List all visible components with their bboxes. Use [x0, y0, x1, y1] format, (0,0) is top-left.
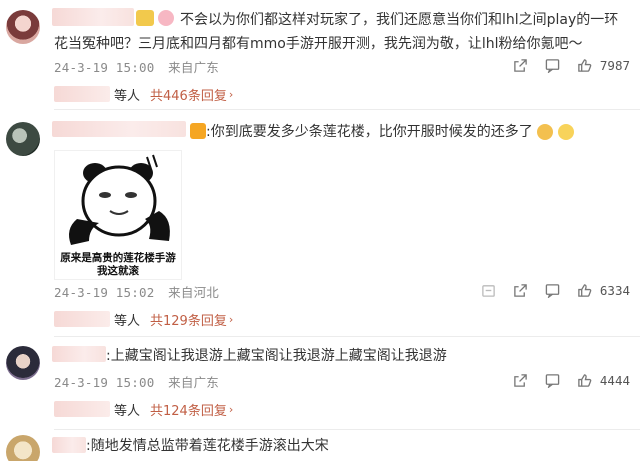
repost-icon[interactable]	[480, 281, 498, 299]
like-count: 7987	[599, 57, 630, 73]
comment-text-content: :你到底要发多少条莲花楼，比你开服时候发的还多了	[206, 124, 533, 140]
comment-item: :你到底要发多少条莲花楼，比你开服时候发的还多了 原来是高贵的莲花楼手游 我这就…	[0, 112, 640, 337]
comment-meta: 24-3-19 15:02 来自河北	[54, 282, 225, 301]
sticker-caption-line1: 原来是高贵的莲花楼手游	[60, 252, 176, 264]
panda-meme-image	[69, 154, 170, 245]
thumbs-up-icon[interactable]	[576, 56, 594, 74]
comment-item: :上藏宝阁让我退游上藏宝阁让我退游上藏宝阁让我退游 24-3-19 15:00 …	[0, 338, 640, 430]
panda-meme-sticker[interactable]: 原来是高贵的莲花楼手游 我这就滚	[54, 150, 182, 280]
reply-summary[interactable]: 等人 共129条回复 ›	[54, 309, 233, 329]
thumbs-up-icon[interactable]	[576, 371, 594, 389]
replies-link[interactable]: 共129条回复	[150, 310, 227, 329]
redacted-username[interactable]	[52, 121, 186, 137]
share-icon[interactable]	[512, 56, 530, 74]
comment-text: :上藏宝阁让我退游上藏宝阁让我退游上藏宝阁让我退游	[106, 348, 447, 364]
replies-suffix: 等人	[114, 313, 141, 329]
comment-text: 不会以为你们都这样对玩家了，我们还愿意当你们和lhl之间play的一环花当冤种吧…	[54, 12, 619, 52]
replies-suffix: 等人	[114, 403, 141, 419]
comment-text: :随地发情总监带着莲花楼手游滚出大宋	[86, 438, 329, 454]
sticker-caption-line2: 我这就滚	[97, 265, 139, 277]
thumbs-up-icon[interactable]	[576, 281, 594, 299]
like-count: 4444	[599, 372, 630, 388]
like-count: 6334	[599, 282, 630, 298]
chevron-right-icon: ›	[228, 87, 234, 101]
comment-icon[interactable]	[544, 281, 562, 299]
divider	[54, 336, 640, 337]
replies-link[interactable]: 共124条回复	[150, 400, 227, 419]
comment-meta: 24-3-19 15:00 来自广东	[54, 372, 225, 391]
crown-badge-icon	[190, 123, 206, 139]
comment-location: 来自广东	[168, 375, 219, 390]
avatar[interactable]	[6, 10, 40, 44]
avatar[interactable]	[6, 346, 40, 380]
comment-item: 不会以为你们都这样对玩家了，我们还愿意当你们和lhl之间play的一环花当冤种吧…	[0, 0, 640, 110]
comment-meta: 24-3-19 15:00 来自广东	[54, 57, 225, 76]
redacted-replier	[54, 401, 110, 417]
redacted-replier	[54, 86, 110, 102]
reply-summary[interactable]: 等人 共124条回复 ›	[54, 399, 233, 419]
comment-date: 24-3-19 15:00	[54, 375, 155, 390]
chevron-right-icon: ›	[228, 402, 234, 416]
avatar[interactable]	[6, 122, 40, 156]
redacted-username[interactable]	[52, 437, 86, 453]
chevron-right-icon: ›	[228, 312, 234, 326]
laugh-emoji-icon	[557, 124, 574, 140]
avatar[interactable]	[6, 435, 40, 461]
replies-suffix: 等人	[114, 88, 141, 104]
redacted-replier	[54, 311, 110, 327]
comment-location: 来自河北	[168, 285, 219, 300]
comment-item: :随地发情总监带着莲花楼手游滚出大宋	[0, 430, 640, 461]
comment-text: :你到底要发多少条莲花楼，比你开服时候发的还多了	[206, 120, 630, 144]
reply-summary[interactable]: 等人 共446条回复 ›	[54, 84, 233, 104]
share-icon[interactable]	[512, 281, 530, 299]
comment-actions: 4444	[498, 371, 630, 389]
comment-location: 来自广东	[168, 60, 219, 75]
comment-actions: 6334	[466, 281, 630, 299]
comment-date: 24-3-19 15:02	[54, 285, 155, 300]
comment-actions: 7987	[498, 56, 630, 74]
redacted-username[interactable]	[52, 346, 106, 362]
comment-icon[interactable]	[544, 56, 562, 74]
replies-link[interactable]: 共446条回复	[150, 85, 227, 104]
share-icon[interactable]	[512, 371, 530, 389]
comment-icon[interactable]	[544, 371, 562, 389]
comment-date: 24-3-19 15:00	[54, 60, 155, 75]
clap-emoji-icon	[537, 124, 554, 140]
divider	[54, 109, 640, 110]
